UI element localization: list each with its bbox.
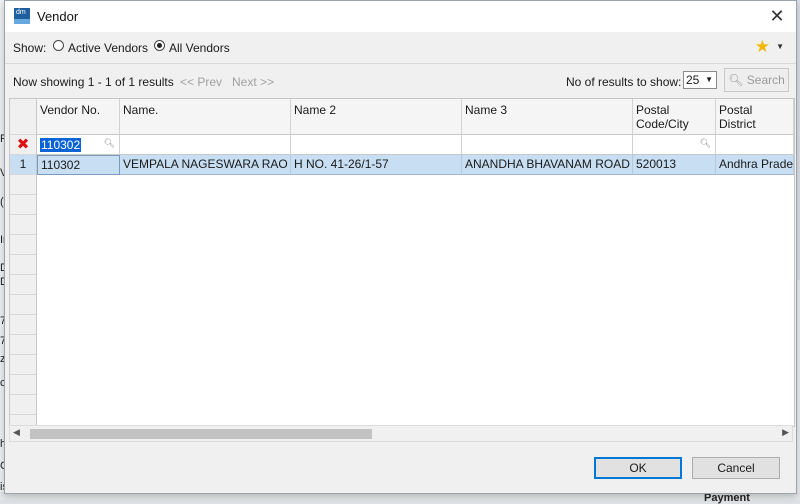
name-filter-input[interactable] — [120, 135, 291, 155]
name-3-filter-input[interactable] — [462, 135, 633, 155]
empty-row-header — [10, 295, 36, 315]
search-button-label: Search — [746, 73, 785, 87]
paging-bar: Now showing 1 - 1 of 1 results << Prev N… — [5, 63, 796, 97]
app-logo-icon: dm — [14, 8, 30, 24]
show-filter-row: Show: Active Vendors All Vendors ★ ▼ — [5, 32, 796, 62]
table-cell-postal-code[interactable]: 520013 — [633, 155, 716, 175]
show-label: Show: — [13, 41, 47, 55]
next-page-link[interactable]: Next >> — [232, 75, 274, 89]
prev-page-link[interactable]: << Prev — [180, 75, 222, 89]
active-vendors-label[interactable]: Active Vendors — [68, 41, 148, 55]
vendor-dialog: dm Vendor ✕ Show: Active Vendors All Ven… — [4, 0, 797, 494]
ok-button[interactable]: OK — [594, 457, 682, 479]
app-logo-text: dm — [16, 9, 26, 16]
vendor-table: ✖ 1 Vendor No. Name. Name 2 Name 3 Posta… — [9, 98, 795, 427]
empty-row-header — [10, 395, 36, 415]
postal-district-filter-input[interactable] — [716, 135, 794, 155]
name-2-filter-input[interactable] — [291, 135, 462, 155]
title-bar: dm Vendor ✕ — [5, 1, 796, 32]
results-count-value: 25 — [686, 73, 700, 87]
column-header-name-3[interactable]: Name 3 — [462, 99, 633, 135]
table-cell-postal-district[interactable]: Andhra Prades — [716, 155, 794, 175]
favorite-star-icon[interactable]: ★ — [755, 38, 770, 56]
empty-row-header — [10, 235, 36, 255]
scroll-left-icon[interactable]: ◀ — [13, 427, 20, 438]
empty-row-header — [10, 255, 36, 275]
results-count-select[interactable]: 25 ▼ — [683, 71, 717, 89]
empty-row-header — [10, 195, 36, 215]
search-icon: 🔍︎ — [699, 138, 711, 148]
empty-row-header — [10, 335, 36, 355]
chevron-down-icon[interactable]: ▼ — [776, 42, 784, 51]
all-vendors-label[interactable]: All Vendors — [169, 41, 230, 55]
column-header-postal-district[interactable]: Postal District — [716, 99, 794, 135]
cancel-button[interactable]: Cancel — [692, 457, 780, 479]
dialog-title: Vendor — [37, 9, 79, 24]
table-cell-name-3[interactable]: ANANDHA BHAVANAM ROAD — [462, 155, 633, 175]
horizontal-scrollbar[interactable]: ◀ ▶ — [9, 425, 793, 442]
postal-code-filter-input[interactable]: 🔍︎ — [633, 135, 716, 155]
chevron-down-icon: ▼ — [705, 75, 713, 84]
results-count-label: No of results to show: — [566, 75, 682, 89]
corner-cell — [10, 99, 36, 135]
empty-row-header — [10, 375, 36, 395]
results-summary: Now showing 1 - 1 of 1 results — [13, 75, 174, 89]
column-header-vendor-no[interactable]: Vendor No. — [37, 99, 120, 135]
search-icon: 🔍︎ — [728, 73, 744, 87]
search-button[interactable]: 🔍︎ Search — [724, 68, 789, 92]
column-header-name-2[interactable]: Name 2 — [291, 99, 462, 135]
clear-filter-button[interactable]: ✖ — [10, 135, 36, 155]
row-header-column: ✖ 1 — [10, 99, 37, 426]
clear-filter-icon: ✖ — [16, 136, 30, 153]
scrollbar-thumb[interactable] — [30, 429, 372, 439]
table-cell-name[interactable]: VEMPALA NAGESWARA RAO — [120, 155, 291, 175]
table-cell-name-2[interactable]: H NO. 41-26/1-57 — [291, 155, 462, 175]
close-icon: ✕ — [769, 6, 785, 26]
empty-row-header — [10, 215, 36, 235]
column-header-name[interactable]: Name. — [120, 99, 291, 135]
empty-row-header — [10, 175, 36, 195]
close-button[interactable]: ✕ — [766, 5, 788, 27]
empty-row-header — [10, 275, 36, 295]
column-header-postal-code-city[interactable]: Postal Code/City — [633, 99, 716, 135]
all-vendors-radio[interactable] — [154, 40, 165, 51]
active-vendors-radio[interactable] — [53, 40, 64, 51]
empty-row-header — [10, 315, 36, 335]
row-index: 1 — [10, 155, 36, 175]
empty-row-header — [10, 355, 36, 375]
scroll-right-icon[interactable]: ▶ — [782, 427, 789, 438]
table-cell-vendor-no[interactable]: 110302 — [37, 155, 120, 175]
search-icon: 🔍︎ — [103, 138, 115, 148]
vendor-no-filter-value: 110302 — [40, 138, 82, 152]
vendor-no-filter-input[interactable]: 110302 🔍︎ — [37, 135, 120, 155]
